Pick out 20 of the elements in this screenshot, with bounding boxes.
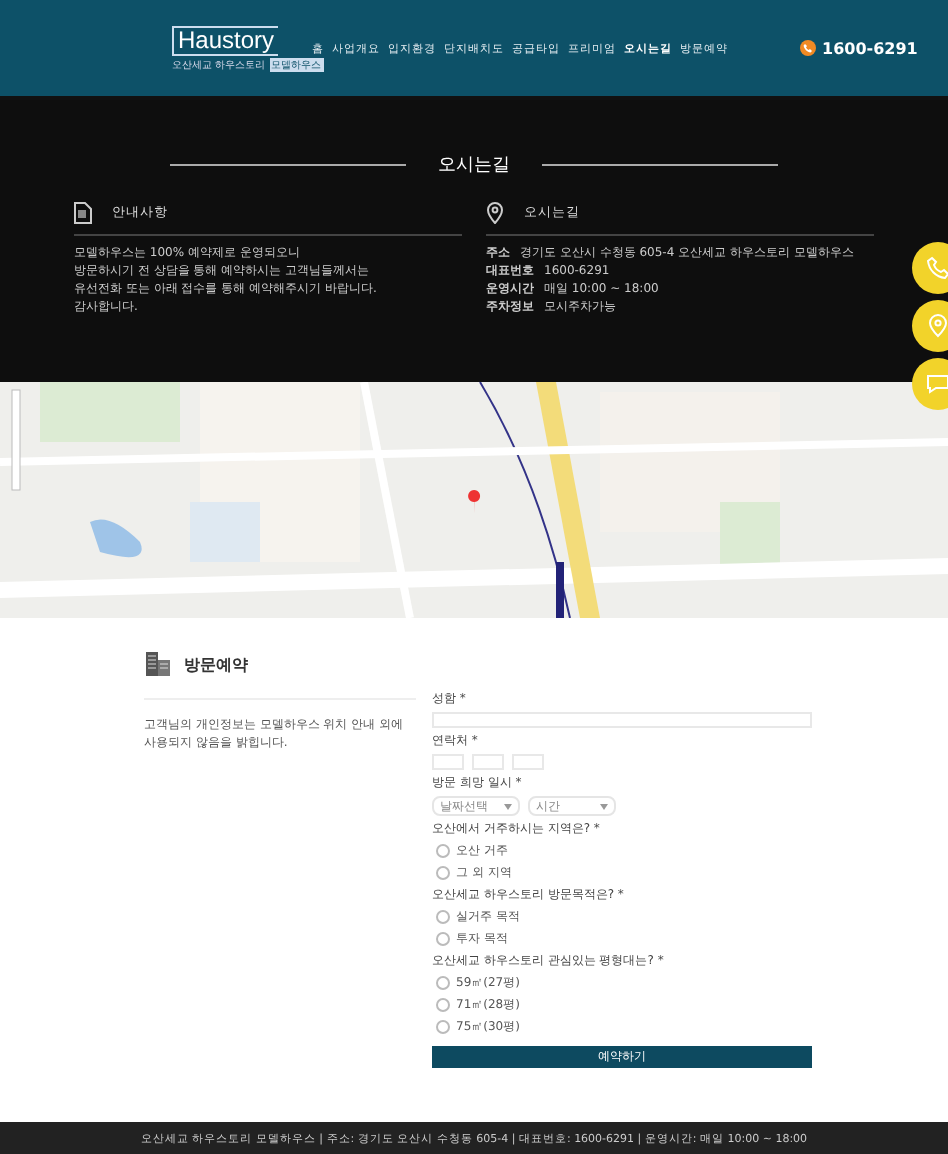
caret-icon — [504, 803, 512, 809]
reservation-title: 방문예약 — [184, 653, 248, 675]
document-icon — [74, 202, 92, 224]
radio-button[interactable] — [436, 844, 450, 858]
phone-icon — [800, 40, 816, 56]
phone-icon — [926, 256, 948, 280]
location-pin-icon — [486, 202, 504, 224]
logo[interactable]: Haustory — [172, 25, 279, 55]
radio-button[interactable] — [436, 910, 450, 924]
chat-bubble-icon — [926, 372, 948, 396]
radio-button[interactable] — [436, 866, 450, 880]
radio-button[interactable] — [436, 932, 450, 946]
phone-number[interactable]: 1600-6291 — [822, 39, 918, 57]
building-icon — [144, 650, 172, 678]
caret-icon — [600, 803, 608, 809]
radio-button[interactable] — [436, 998, 450, 1012]
radio-button[interactable] — [436, 976, 450, 990]
radio-button[interactable] — [436, 1020, 450, 1034]
location-pin-icon — [926, 314, 948, 338]
section-title: 오시는길 — [438, 154, 510, 178]
